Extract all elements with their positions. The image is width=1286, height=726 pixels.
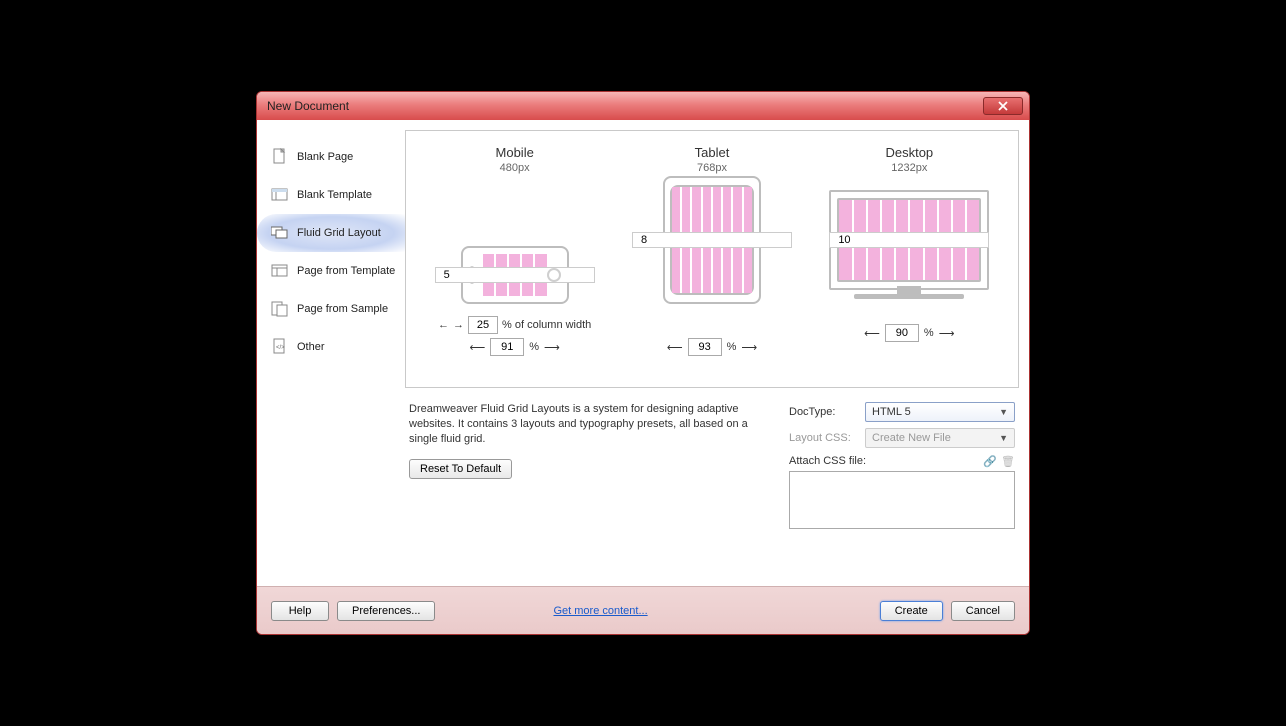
device-desktop: Desktop 1232px ⟵ [811, 145, 1008, 377]
pct-sign: % [727, 341, 737, 353]
sidebar-item-label: Page from Template [297, 265, 395, 277]
arrow-right-end-icon: ⟶ [544, 341, 560, 354]
close-button[interactable] [983, 97, 1023, 115]
tablet-cols-input[interactable] [632, 232, 792, 248]
layoutcss-row: Layout CSS: Create New File ▼ [789, 428, 1015, 448]
from-template-icon [271, 262, 289, 280]
other-icon: </> [271, 338, 289, 356]
grid-icon [271, 224, 289, 242]
preferences-button[interactable]: Preferences... [337, 601, 435, 621]
main-panel: Mobile 480px ← → % [405, 120, 1029, 586]
pct-sign: % [529, 341, 539, 353]
dialog-title: New Document [267, 99, 349, 113]
attach-css-label: Attach CSS file: [789, 455, 866, 467]
arrow-right-icon: → [453, 319, 464, 331]
mobile-width-input[interactable] [490, 338, 524, 356]
sidebar-item-fluid-grid[interactable]: Fluid Grid Layout [257, 214, 405, 252]
preview-area: Mobile 480px ← → % [405, 130, 1019, 388]
mobile-width-row: ⟵ % ⟶ [469, 338, 559, 356]
chevron-down-icon: ▼ [999, 407, 1008, 417]
desktop-cols-input[interactable] [829, 232, 989, 248]
attached-css-list[interactable] [789, 471, 1015, 529]
doctype-row: DocType: HTML 5 ▼ [789, 402, 1015, 422]
cancel-button[interactable]: Cancel [951, 601, 1015, 621]
sidebar-item-other[interactable]: </> Other [257, 328, 405, 366]
description-block: Dreamweaver Fluid Grid Layouts is a syst… [409, 402, 769, 529]
device-title: Desktop [885, 145, 933, 160]
sidebar-item-label: Fluid Grid Layout [297, 227, 381, 239]
pct-sign: % [924, 327, 934, 339]
dialog-body: Blank Page Blank Template Fluid Grid Lay… [257, 120, 1029, 586]
desktop-graphic [829, 184, 989, 304]
device-mobile: Mobile 480px ← → % [416, 145, 613, 377]
mobile-cols-input[interactable] [435, 267, 595, 283]
arrow-left-end-icon: ⟵ [667, 341, 683, 354]
sidebar-item-page-from-template[interactable]: Page from Template [257, 252, 405, 290]
tablet-graphic [663, 184, 761, 304]
layoutcss-select: Create New File ▼ [865, 428, 1015, 448]
arrow-left-icon: ← [438, 319, 449, 331]
titlebar[interactable]: New Document [257, 92, 1029, 120]
sidebar-item-blank-page[interactable]: Blank Page [257, 138, 405, 176]
help-button[interactable]: Help [271, 601, 329, 621]
arrow-right-end-icon: ⟶ [939, 327, 955, 340]
svg-text:</>: </> [276, 345, 285, 351]
close-icon [998, 101, 1008, 111]
from-sample-icon [271, 300, 289, 318]
tablet-width-row: ⟵ % ⟶ [667, 338, 757, 356]
sidebar-item-blank-template[interactable]: Blank Template [257, 176, 405, 214]
sidebar-item-label: Page from Sample [297, 303, 388, 315]
description-text: Dreamweaver Fluid Grid Layouts is a syst… [409, 402, 769, 447]
sidebar: Blank Page Blank Template Fluid Grid Lay… [257, 120, 405, 586]
form-column: DocType: HTML 5 ▼ Layout CSS: Create New… [789, 402, 1015, 529]
pct-label: % of column width [502, 319, 591, 331]
mobile-graphic [461, 184, 569, 304]
desktop-width-row: ⟵ % ⟶ [864, 324, 954, 342]
doctype-label: DocType: [789, 406, 859, 418]
tablet-width-input[interactable] [688, 338, 722, 356]
device-px: 1232px [891, 162, 927, 174]
attach-css-row: Attach CSS file: 🔗 🗑 [789, 454, 1015, 468]
sidebar-item-page-from-sample[interactable]: Page from Sample [257, 290, 405, 328]
doctype-select[interactable]: HTML 5 ▼ [865, 402, 1015, 422]
device-title: Tablet [695, 145, 730, 160]
new-document-dialog: New Document Blank Page Blank Template F… [256, 91, 1030, 635]
reset-button[interactable]: Reset To Default [409, 459, 512, 479]
info-row: Dreamweaver Fluid Grid Layouts is a syst… [405, 388, 1019, 529]
trash-icon: 🗑 [1001, 454, 1015, 468]
device-px: 480px [500, 162, 530, 174]
arrow-left-end-icon: ⟵ [469, 341, 485, 354]
sidebar-item-label: Blank Template [297, 189, 372, 201]
arrow-left-end-icon: ⟵ [864, 327, 880, 340]
device-px: 768px [697, 162, 727, 174]
dialog-footer: Help Preferences... Get more content... … [257, 586, 1029, 634]
mobile-column-width-row: ← → % of column width [438, 316, 591, 334]
layoutcss-value: Create New File [872, 432, 951, 444]
desktop-width-input[interactable] [885, 324, 919, 342]
doctype-value: HTML 5 [872, 406, 911, 418]
layoutcss-label: Layout CSS: [789, 432, 859, 444]
sidebar-item-label: Blank Page [297, 151, 353, 163]
create-button[interactable]: Create [880, 601, 943, 621]
template-icon [271, 186, 289, 204]
monitor-stand-icon [854, 294, 964, 299]
chevron-down-icon: ▼ [999, 433, 1008, 443]
get-more-content-link[interactable]: Get more content... [553, 605, 647, 617]
device-title: Mobile [496, 145, 534, 160]
mobile-pct-input[interactable] [468, 316, 498, 334]
arrow-right-end-icon: ⟶ [741, 341, 757, 354]
link-css-icon[interactable]: 🔗 [983, 454, 997, 468]
device-tablet: Tablet 768px ⟵ % [613, 145, 810, 377]
page-icon [271, 148, 289, 166]
sidebar-item-label: Other [297, 341, 325, 353]
